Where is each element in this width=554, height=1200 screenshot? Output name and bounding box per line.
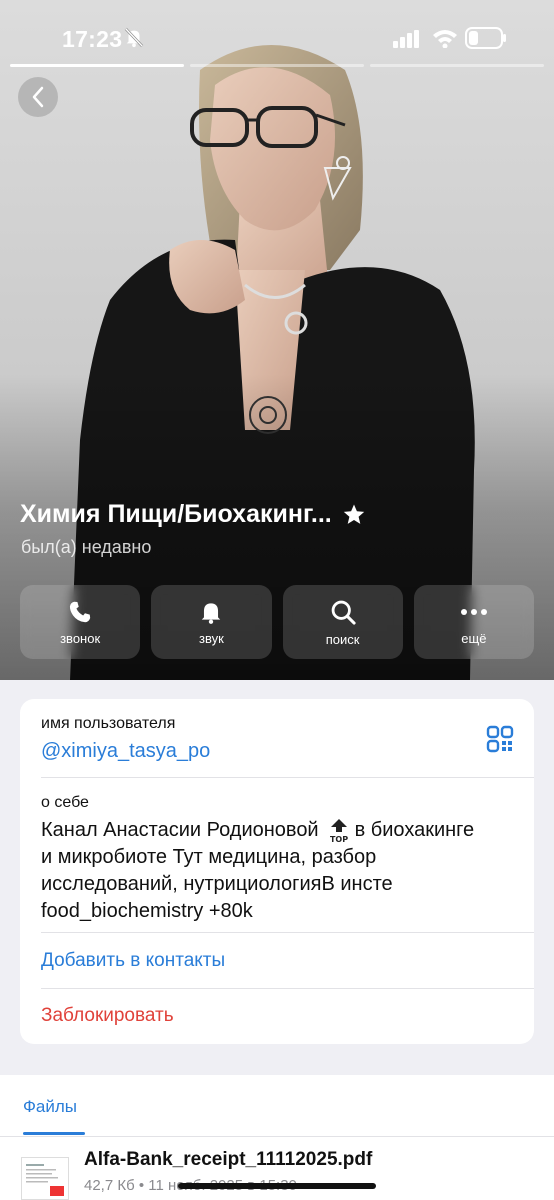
call-button-label: звонок — [60, 630, 101, 646]
more-button-label: ещё — [461, 630, 487, 646]
call-button[interactable]: звонок — [20, 585, 141, 659]
status-bar: 17:23 — [0, 0, 554, 70]
photo-progress-bar — [370, 64, 544, 67]
search-icon — [331, 600, 356, 625]
search-button[interactable]: поиск — [282, 585, 403, 659]
wifi-icon — [433, 30, 457, 48]
more-button[interactable]: ещё — [413, 585, 534, 659]
phone-icon — [70, 601, 91, 622]
hero-shade — [0, 0, 554, 680]
top-badge-text: TOP — [330, 835, 348, 844]
shared-media-section: Файлы Alfa-Bank_receipt_11112025.pdf 42,… — [0, 1075, 554, 1200]
profile-info-card: имя пользователя @ximiya_tasya_po о себе… — [20, 699, 534, 1044]
chevron-left-icon — [32, 86, 44, 108]
action-buttons: звонок звук поиск ещё — [20, 585, 534, 659]
about-text-part1: Канал Анастасии Родионовой — [41, 819, 319, 841]
photo-progress-bar — [190, 64, 364, 67]
search-button-label: поиск — [325, 631, 360, 647]
star-icon — [343, 504, 364, 524]
username-label: имя пользователя — [41, 715, 176, 732]
username-link[interactable]: @ximiya_tasya_po — [41, 740, 210, 763]
file-name[interactable]: Alfa-Bank_receipt_11112025.pdf — [84, 1149, 372, 1171]
last-seen-status: был(а) недавно — [21, 537, 152, 557]
profile-name-row: Химия Пищи/Биохакинг... — [20, 500, 366, 529]
more-icon — [460, 608, 487, 615]
about-text: Канал Анастасии Родионовой TOP в биохакинг… — [41, 817, 481, 925]
block-user-button[interactable]: Заблокировать — [41, 1005, 174, 1027]
home-indicator[interactable] — [178, 1183, 376, 1189]
about-label: о себе — [41, 794, 89, 811]
profile-hero: 17:23 Химия Пищи/Биохакинг... был(а) нед… — [0, 0, 554, 680]
bell-icon — [202, 602, 221, 624]
back-button[interactable] — [18, 77, 58, 117]
photo-progress-bars — [10, 64, 544, 68]
sound-button[interactable]: звук — [151, 585, 272, 659]
divider — [0, 1136, 554, 1137]
file-thumbnail[interactable] — [21, 1157, 69, 1200]
signal-icon — [393, 30, 419, 48]
qr-code-icon[interactable] — [486, 725, 514, 753]
top-badge-icon: TOP — [330, 818, 348, 844]
profile-name: Химия Пищи/Биохакинг... — [20, 500, 332, 528]
status-time: 17:23 — [62, 26, 123, 52]
tab-indicator — [23, 1132, 85, 1135]
tab-files[interactable]: Файлы — [23, 1097, 77, 1117]
sound-button-label: звук — [198, 630, 224, 646]
add-to-contacts-button[interactable]: Добавить в контакты — [41, 950, 225, 972]
divider — [41, 932, 534, 933]
divider — [41, 988, 534, 989]
document-preview-icon — [26, 1164, 64, 1196]
divider — [41, 777, 534, 778]
battery-icon — [465, 27, 506, 49]
bell-off-icon — [124, 27, 144, 48]
photo-progress-bar — [10, 64, 184, 67]
